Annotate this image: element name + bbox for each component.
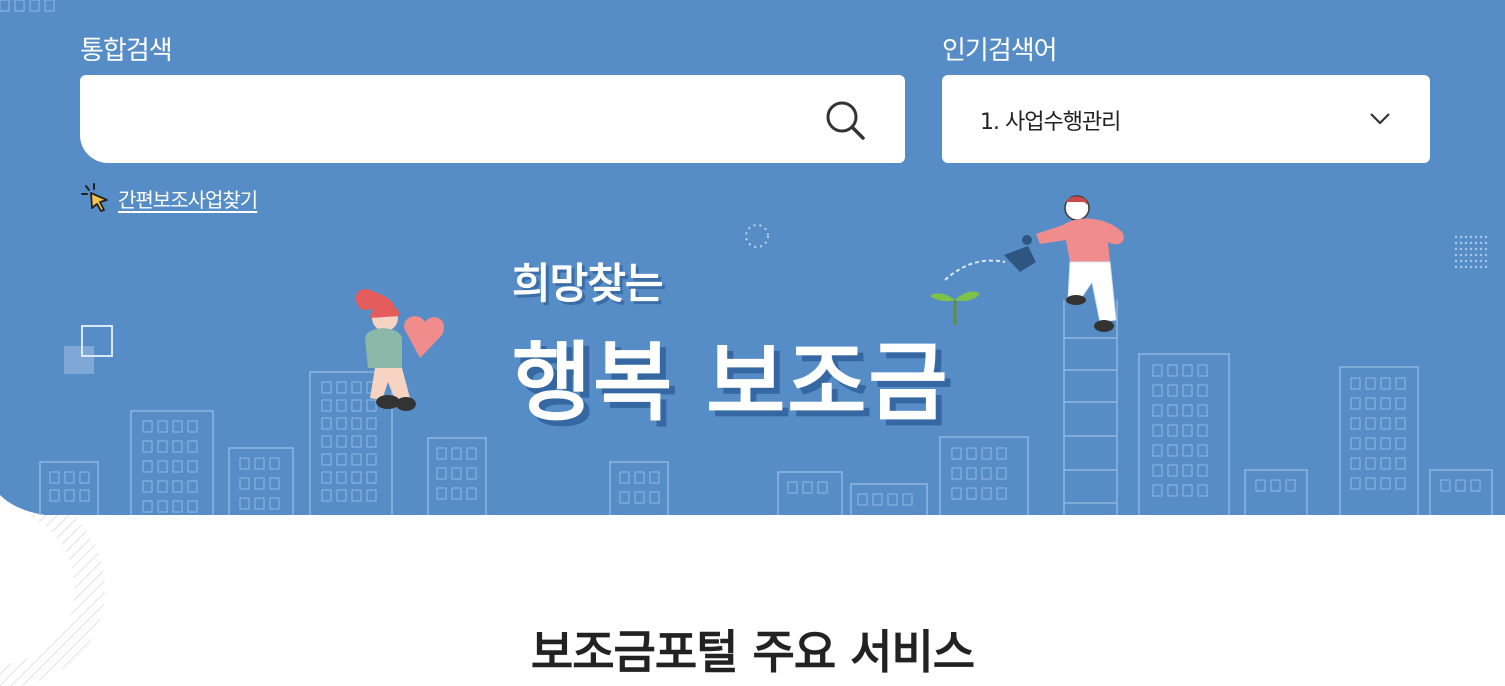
main-services-heading-bold: 주요 서비스 xyxy=(752,625,976,679)
quick-subsidy-search-link[interactable]: 간편보조사업찾기 xyxy=(80,182,258,214)
quick-subsidy-search-label: 간편보조사업찾기 xyxy=(118,187,258,212)
chevron-down-icon xyxy=(1370,113,1390,125)
search-box xyxy=(80,75,905,163)
search-icon xyxy=(826,101,865,140)
search-input[interactable] xyxy=(110,99,810,139)
hero-banner: 통합검색 인기검색어 1. 사업수행관리 간편보조사업찾기 희망찾는 행복 보조… xyxy=(0,0,1505,515)
main-services-heading: 보조금포털 주요 서비스 xyxy=(0,616,1505,682)
pointer-click-icon xyxy=(81,183,108,212)
banner-title: 행복 보조금 xyxy=(512,333,950,433)
main-services-heading-light: 보조금포털 xyxy=(530,625,739,679)
popular-keywords-label: 인기검색어 xyxy=(942,36,1058,66)
popular-keywords-select[interactable]: 1. 사업수행관리 xyxy=(942,75,1430,163)
search-button[interactable] xyxy=(822,97,868,143)
banner-subtitle: 희망찾는 xyxy=(512,259,664,308)
search-label: 통합검색 xyxy=(80,36,173,66)
popular-keyword-selected: 1. 사업수행관리 xyxy=(980,110,1121,135)
